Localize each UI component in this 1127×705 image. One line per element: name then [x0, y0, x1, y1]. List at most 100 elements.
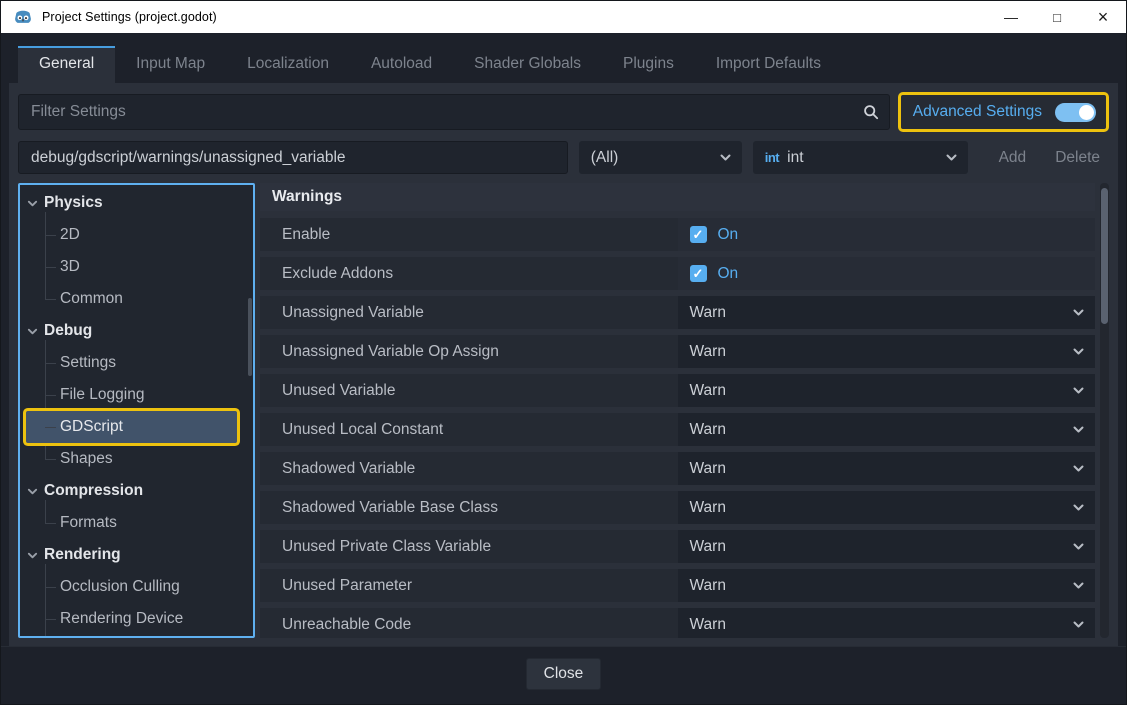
- chevron-down-icon: [719, 151, 732, 164]
- advanced-settings-highlight: Advanced Settings: [898, 92, 1109, 132]
- minimize-icon[interactable]: —: [988, 1, 1034, 33]
- chevron-down-icon: [1072, 384, 1085, 397]
- chevron-down-icon: [24, 486, 40, 497]
- sidebar-item-formats[interactable]: Formats: [24, 507, 253, 539]
- setting-row: Exclude Addons ✓ On: [260, 257, 1095, 290]
- close-button[interactable]: Close: [526, 658, 602, 690]
- close-icon[interactable]: ×: [1080, 1, 1126, 33]
- dialog-footer: Close: [1, 646, 1126, 704]
- chevron-down-icon: [24, 550, 40, 561]
- chevron-down-icon: [1072, 579, 1085, 592]
- setting-row: Unused Variable Warn: [260, 374, 1095, 407]
- checkbox-checked-icon: ✓: [690, 226, 707, 243]
- tab-general[interactable]: General: [18, 46, 115, 83]
- setting-label: Unreachable Code: [260, 608, 678, 638]
- sidebar-item-file-logging[interactable]: File Logging: [24, 379, 253, 411]
- search-icon: [863, 104, 879, 120]
- window-title: Project Settings (project.godot): [42, 10, 217, 24]
- chevron-down-icon: [24, 198, 40, 209]
- titlebar: Project Settings (project.godot) — □ ×: [1, 1, 1126, 33]
- setting-label: Shadowed Variable: [260, 452, 678, 485]
- sidebar-item-gdscript-selected[interactable]: GDScript: [26, 411, 237, 443]
- warning-level-dropdown[interactable]: Warn: [678, 608, 1096, 638]
- setting-row: Shadowed Variable Base Class Warn: [260, 491, 1095, 524]
- tab-input-map[interactable]: Input Map: [115, 46, 226, 83]
- general-tab-content: Filter Settings Advanced Settings debug/…: [9, 83, 1118, 646]
- sidebar-section-debug[interactable]: Debug: [24, 315, 253, 347]
- sidebar-item-gl-compatibility[interactable]: GL Compatibility: [24, 635, 253, 638]
- checkbox-checked-icon: ✓: [690, 265, 707, 282]
- sidebar-item-common[interactable]: Common: [24, 283, 253, 315]
- toggle-knob: [1079, 105, 1094, 120]
- warning-level-dropdown[interactable]: Warn: [678, 374, 1096, 407]
- sidebar-item-3d[interactable]: 3D: [24, 251, 253, 283]
- setting-label: Exclude Addons: [260, 257, 678, 290]
- chevron-down-icon: [24, 326, 40, 337]
- sidebar-scrollbar[interactable]: [248, 298, 252, 376]
- settings-category-tree: Physics 2D 3D Common Debug Settings File…: [18, 183, 255, 638]
- tab-localization[interactable]: Localization: [226, 46, 350, 83]
- advanced-settings-toggle[interactable]: [1055, 103, 1096, 122]
- tab-shader-globals[interactable]: Shader Globals: [453, 46, 602, 83]
- godot-icon: [13, 7, 33, 27]
- filter-settings-input[interactable]: Filter Settings: [18, 94, 890, 130]
- add-button[interactable]: Add: [990, 149, 1036, 167]
- property-path-value: debug/gdscript/warnings/unassigned_varia…: [31, 149, 346, 167]
- enable-checkbox[interactable]: ✓ On: [678, 218, 1096, 251]
- chevron-down-icon: [1072, 618, 1085, 631]
- setting-label: Shadowed Variable Base Class: [260, 491, 678, 524]
- sidebar-item-settings[interactable]: Settings: [24, 347, 253, 379]
- feature-filter-dropdown[interactable]: (All): [579, 141, 742, 174]
- chevron-down-icon: [1072, 423, 1085, 436]
- setting-label: Unused Private Class Variable: [260, 530, 678, 563]
- warning-level-dropdown[interactable]: Warn: [678, 491, 1096, 524]
- warning-level-dropdown[interactable]: Warn: [678, 530, 1096, 563]
- setting-label: Unassigned Variable Op Assign: [260, 335, 678, 368]
- chevron-down-icon: [1072, 345, 1085, 358]
- filter-placeholder: Filter Settings: [31, 103, 863, 121]
- sidebar-item-rendering-device[interactable]: Rendering Device: [24, 603, 253, 635]
- setting-label: Unused Local Constant: [260, 413, 678, 446]
- setting-row: Unused Parameter Warn: [260, 569, 1095, 602]
- setting-label: Unused Variable: [260, 374, 678, 407]
- tab-plugins[interactable]: Plugins: [602, 46, 695, 83]
- sidebar-section-physics[interactable]: Physics: [24, 187, 253, 219]
- exclude-addons-checkbox[interactable]: ✓ On: [678, 257, 1096, 290]
- setting-row: Unassigned Variable Op Assign Warn: [260, 335, 1095, 368]
- chevron-down-icon: [1072, 306, 1085, 319]
- warning-level-dropdown[interactable]: Warn: [678, 569, 1096, 602]
- sidebar-item-shapes[interactable]: Shapes: [24, 443, 253, 475]
- warning-level-dropdown[interactable]: Warn: [678, 335, 1096, 368]
- sidebar-section-compression[interactable]: Compression: [24, 475, 253, 507]
- setting-row: Unreachable Code Warn: [260, 608, 1095, 638]
- tab-import-defaults[interactable]: Import Defaults: [695, 46, 842, 83]
- sidebar-item-occlusion-culling[interactable]: Occlusion Culling: [24, 571, 253, 603]
- setting-row: Unassigned Variable Warn: [260, 296, 1095, 329]
- maximize-icon[interactable]: □: [1034, 1, 1080, 33]
- advanced-settings-label: Advanced Settings: [913, 103, 1042, 121]
- settings-list: Warnings Enable ✓ On Exclude Addons ✓ On: [260, 183, 1109, 638]
- setting-row: Unused Local Constant Warn: [260, 413, 1095, 446]
- project-settings-window: Project Settings (project.godot) — □ × G…: [0, 0, 1127, 705]
- setting-row: Enable ✓ On: [260, 218, 1095, 251]
- setting-row: Shadowed Variable Warn: [260, 452, 1095, 485]
- delete-button[interactable]: Delete: [1046, 149, 1109, 167]
- scrollbar-thumb[interactable]: [1101, 188, 1108, 324]
- setting-row: Unused Private Class Variable Warn: [260, 530, 1095, 563]
- sidebar-section-rendering[interactable]: Rendering: [24, 539, 253, 571]
- type-dropdown[interactable]: int int: [753, 141, 968, 174]
- chevron-down-icon: [1072, 462, 1085, 475]
- chevron-down-icon: [1072, 501, 1085, 514]
- setting-label: Unused Parameter: [260, 569, 678, 602]
- setting-label: Unassigned Variable: [260, 296, 678, 329]
- warning-level-dropdown[interactable]: Warn: [678, 296, 1096, 329]
- int-type-icon: int: [765, 150, 779, 165]
- warning-level-dropdown[interactable]: Warn: [678, 452, 1096, 485]
- settings-scrollbar[interactable]: [1100, 183, 1109, 638]
- chevron-down-icon: [945, 151, 958, 164]
- tab-autoload[interactable]: Autoload: [350, 46, 453, 83]
- chevron-down-icon: [1072, 540, 1085, 553]
- warning-level-dropdown[interactable]: Warn: [678, 413, 1096, 446]
- property-path-input[interactable]: debug/gdscript/warnings/unassigned_varia…: [18, 141, 568, 174]
- sidebar-item-2d[interactable]: 2D: [24, 219, 253, 251]
